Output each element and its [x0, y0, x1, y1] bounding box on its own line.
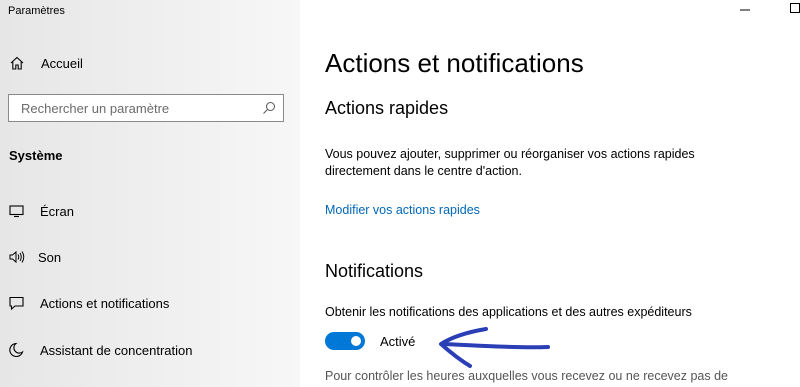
- sidebar-item-actions-notifications[interactable]: Actions et notifications: [8, 293, 169, 313]
- sidebar-item-label: Son: [38, 249, 62, 265]
- sidebar: Paramètres Accueil Système Écran: [0, 0, 300, 387]
- search-icon[interactable]: [261, 100, 277, 116]
- minimize-button[interactable]: [730, 0, 760, 20]
- sidebar-item-label: Assistant de concentration: [40, 342, 193, 358]
- minimize-icon: [739, 1, 751, 19]
- toggle-knob: [351, 336, 361, 346]
- quick-actions-description: Vous pouvez ajouter, supprimer ou réorga…: [325, 147, 695, 178]
- sidebar-item-assistant-concentration[interactable]: Assistant de concentration: [8, 340, 192, 360]
- sidebar-item-label: Actions et notifications: [40, 295, 170, 311]
- notification-icon: [8, 295, 26, 311]
- home-nav-item[interactable]: Accueil: [9, 53, 83, 73]
- sidebar-item-label: Écran: [40, 203, 74, 219]
- hand-drawn-arrow-annotation: [439, 327, 550, 368]
- moon-icon: [8, 342, 26, 358]
- sidebar-item-ecran[interactable]: Écran: [8, 201, 74, 221]
- search-box[interactable]: [8, 94, 284, 122]
- app-title: Paramètres: [8, 5, 65, 17]
- maximize-icon: [789, 1, 800, 19]
- speaker-icon: [8, 249, 26, 265]
- section-title: Système: [9, 148, 63, 163]
- quick-actions-heading: Actions rapides: [325, 98, 449, 118]
- search-input[interactable]: [9, 95, 261, 121]
- maximize-button[interactable]: [780, 0, 800, 20]
- home-icon: [9, 55, 25, 71]
- notifications-description: Obtenir les notifications des applicatio…: [325, 305, 692, 319]
- display-icon: [8, 203, 26, 219]
- notifications-toggle-row: Activé: [325, 332, 415, 350]
- edit-quick-actions-link[interactable]: Modifier vos actions rapides: [325, 203, 480, 217]
- home-label: Accueil: [41, 55, 83, 71]
- page-title: Actions et notifications: [325, 48, 584, 78]
- sidebar-item-son[interactable]: Son: [8, 247, 61, 267]
- notifications-heading: Notifications: [325, 261, 424, 281]
- toggle-state-label: Activé: [380, 333, 416, 349]
- notifications-toggle[interactable]: [325, 332, 365, 350]
- notifications-footer-text: Pour contrôler les heures auxquelles vou…: [325, 369, 729, 383]
